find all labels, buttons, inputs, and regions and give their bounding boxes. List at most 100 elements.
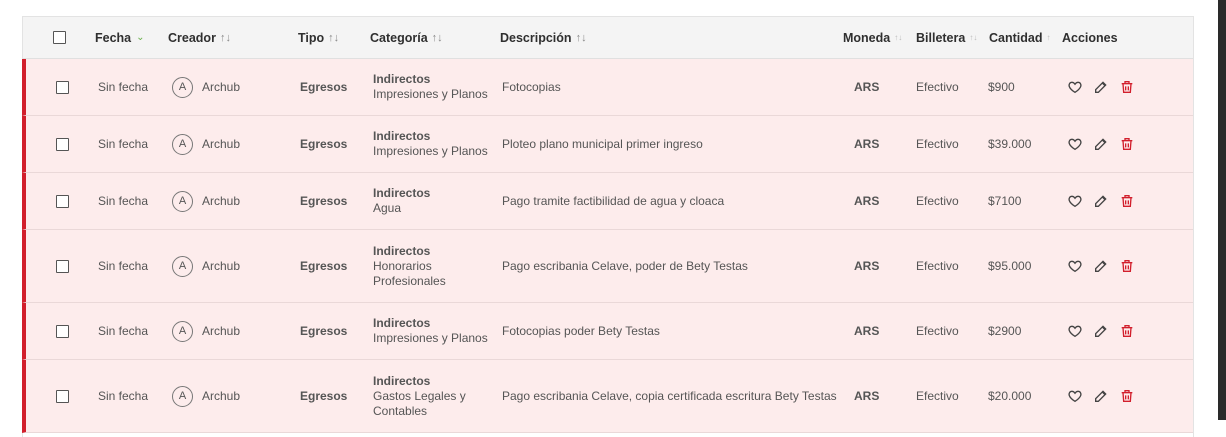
row-descripcion: Ploteo plano municipal primer ingreso	[502, 137, 703, 151]
table-row[interactable]: Sin fecha A Archub Egresos Indirectos Ag…	[22, 173, 1193, 230]
row-checkbox[interactable]	[56, 137, 69, 151]
header-fecha[interactable]: Fecha ⌄	[95, 17, 145, 58]
trash-icon[interactable]	[1119, 136, 1135, 152]
header-descripcion[interactable]: Descripción ↑↓	[500, 17, 587, 58]
trash-icon[interactable]	[1119, 323, 1135, 339]
header-cantidad-label: Cantidad	[989, 30, 1043, 45]
row-fecha: Sin fecha	[98, 137, 149, 151]
chevron-down-icon: ⌄	[136, 32, 145, 43]
header-moneda[interactable]: Moneda ↑↓	[843, 17, 902, 58]
row-moneda: ARS	[854, 194, 880, 208]
row-billetera: Efectivo	[916, 389, 959, 403]
table-row[interactable]: Sin fecha A Archub Egresos Indirectos Im…	[22, 59, 1193, 116]
table-row[interactable]: Sin fecha A Archub Egresos Indirectos Ga…	[22, 360, 1193, 433]
edit-icon[interactable]	[1093, 258, 1109, 274]
avatar: A	[172, 76, 193, 98]
heart-icon[interactable]	[1067, 136, 1083, 152]
table-row[interactable]: Sin fecha A Archub Egresos Indirectos Im…	[22, 303, 1193, 360]
row-actions	[1067, 59, 1145, 115]
row-billetera: Efectivo	[916, 324, 959, 338]
row-tipo: Egresos	[300, 259, 348, 273]
row-moneda: ARS	[854, 137, 880, 151]
header-tipo[interactable]: Tipo ↑↓	[298, 17, 339, 58]
row-checkbox[interactable]	[56, 389, 69, 403]
row-descripcion: Pago escribania Celave, poder de Bety Te…	[502, 259, 748, 273]
row-creador: A Archub	[172, 173, 240, 229]
categoria-sub: Gastos Legales y Contables	[373, 388, 466, 418]
header-acciones-label: Acciones	[1062, 30, 1118, 45]
sort-arrows-icon: ↑↓	[894, 33, 903, 42]
row-creador: A Archub	[172, 116, 240, 172]
creador-name: Archub	[202, 389, 241, 403]
row-creador: A Archub	[172, 230, 240, 302]
header-descripcion-label: Descripción	[500, 30, 572, 45]
categoria-sub: Honorarios Profesionales	[373, 258, 446, 288]
row-billetera: Efectivo	[916, 137, 959, 151]
row-billetera: Efectivo	[916, 80, 959, 94]
header-acciones: Acciones	[1062, 17, 1118, 58]
row-tipo: Egresos	[300, 80, 348, 94]
categoria-main: Indirectos	[373, 186, 431, 200]
heart-icon[interactable]	[1067, 79, 1083, 95]
row-actions	[1067, 230, 1145, 302]
heart-icon[interactable]	[1067, 388, 1083, 404]
scrollbar-track[interactable]	[1218, 0, 1226, 420]
movements-table: Fecha ⌄ Creador ↑↓ Tipo ↑↓ Categoría ↑↓ …	[22, 16, 1194, 437]
header-tipo-label: Tipo	[298, 30, 325, 45]
row-checkbox[interactable]	[56, 324, 69, 338]
row-fecha: Sin fecha	[98, 324, 149, 338]
row-moneda: ARS	[854, 80, 880, 94]
header-creador[interactable]: Creador ↑↓	[168, 17, 231, 58]
header-categoria[interactable]: Categoría ↑↓	[370, 17, 443, 58]
categoria-sub: Impresiones y Planos	[373, 331, 488, 345]
trash-icon[interactable]	[1119, 388, 1135, 404]
trash-icon[interactable]	[1119, 79, 1135, 95]
row-fecha: Sin fecha	[98, 194, 149, 208]
table-header: Fecha ⌄ Creador ↑↓ Tipo ↑↓ Categoría ↑↓ …	[23, 17, 1193, 59]
heart-icon[interactable]	[1067, 193, 1083, 209]
row-checkbox[interactable]	[56, 80, 69, 94]
table-row[interactable]: Sin fecha A Archub Egresos Indirectos Im…	[22, 116, 1193, 173]
row-cantidad: $39.000	[988, 137, 1032, 151]
categoria-main: Indirectos	[373, 129, 431, 143]
row-descripcion: Fotocopias poder Bety Testas	[502, 324, 660, 338]
row-descripcion: Pago tramite factibilidad de agua y cloa…	[502, 194, 725, 208]
select-all-checkbox[interactable]	[53, 31, 66, 44]
creador-name: Archub	[202, 80, 241, 94]
row-descripcion: Fotocopias	[502, 80, 561, 94]
trash-icon[interactable]	[1119, 258, 1135, 274]
row-actions	[1067, 360, 1145, 432]
row-checkbox[interactable]	[56, 194, 69, 208]
row-moneda: ARS	[854, 259, 880, 273]
row-select-cell	[56, 303, 69, 359]
row-creador: A Archub	[172, 360, 240, 432]
creador-name: Archub	[202, 259, 241, 273]
row-checkbox[interactable]	[56, 259, 69, 273]
table-row[interactable]: Sin fecha A Archub Egresos Indirectos Ho…	[22, 230, 1193, 303]
row-billetera: Efectivo	[916, 194, 959, 208]
edit-icon[interactable]	[1093, 193, 1109, 209]
trash-icon[interactable]	[1119, 193, 1135, 209]
edit-icon[interactable]	[1093, 323, 1109, 339]
edit-icon[interactable]	[1093, 79, 1109, 95]
row-categoria: Indirectos Impresiones y Planos	[373, 59, 493, 115]
avatar: A	[172, 320, 193, 342]
row-moneda: ARS	[854, 324, 880, 338]
edit-icon[interactable]	[1093, 388, 1109, 404]
heart-icon[interactable]	[1067, 323, 1083, 339]
categoria-main: Indirectos	[373, 243, 431, 258]
row-categoria: Indirectos Gastos Legales y Contables	[373, 360, 493, 432]
heart-icon[interactable]	[1067, 258, 1083, 274]
row-cantidad: $2900	[988, 324, 1022, 338]
categoria-sub: Agua	[373, 201, 402, 215]
creador-name: Archub	[202, 194, 241, 208]
row-categoria: Indirectos Impresiones y Planos	[373, 303, 493, 359]
row-creador: A Archub	[172, 59, 240, 115]
sort-arrows-icon: ↑↓	[575, 31, 587, 44]
header-billetera[interactable]: Billetera ↑↓	[916, 17, 977, 58]
header-cantidad[interactable]: Cantidad ↑	[989, 17, 1050, 58]
edit-icon[interactable]	[1093, 136, 1109, 152]
row-moneda: ARS	[854, 389, 880, 403]
row-descripcion: Pago escribania Celave, copia certificad…	[502, 389, 837, 403]
row-select-cell	[56, 360, 69, 432]
